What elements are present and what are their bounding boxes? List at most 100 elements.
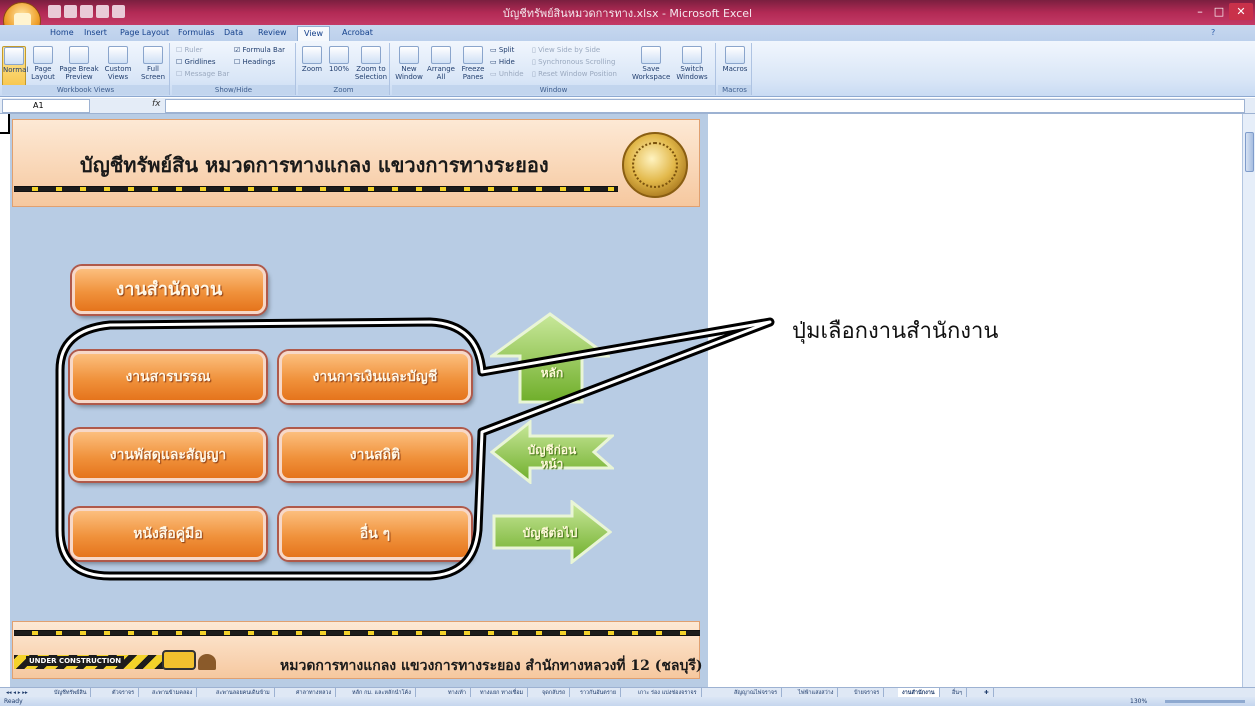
- freeze-panes-button[interactable]: Freeze Panes: [458, 46, 488, 81]
- zoom-level[interactable]: 130%: [1130, 697, 1147, 706]
- status-text: Ready: [4, 698, 23, 705]
- group-label: Macros: [718, 85, 751, 95]
- macros-button[interactable]: Macros: [722, 46, 748, 73]
- group-zoom: Zoom 100% Zoom to Selection Zoom: [298, 43, 390, 95]
- ribbon-tabs: Home Insert Page Layout Formulas Data Re…: [0, 25, 1255, 41]
- prev-label: บัญชีก่อนหน้า: [527, 443, 577, 471]
- print-preview-icon[interactable]: [96, 5, 109, 18]
- group-window: New Window Arrange All Freeze Panes ▭ Sp…: [392, 43, 716, 95]
- full-screen-icon: [143, 46, 163, 64]
- button-supplies-contracts[interactable]: งานพัสดุและสัญญา: [70, 429, 266, 481]
- minimize-button[interactable]: –: [1190, 3, 1210, 20]
- custom-views-button[interactable]: Custom Views: [102, 46, 134, 81]
- arrange-all-button[interactable]: Arrange All: [426, 46, 456, 81]
- new-window-icon: [399, 46, 419, 64]
- tab-review[interactable]: Review: [252, 25, 293, 41]
- bulldozer-icon: [162, 650, 196, 670]
- maximize-button[interactable]: □: [1211, 3, 1227, 20]
- redo-icon[interactable]: [80, 5, 93, 18]
- group-show-hide: ☐ Ruler ☑ Formula Bar ☐ Gridlines ☐ Head…: [172, 43, 296, 95]
- status-bar: Ready 130%: [0, 697, 1255, 706]
- tab-data[interactable]: Data: [218, 25, 249, 41]
- custom-views-icon: [108, 46, 128, 64]
- group-label: Zoom: [298, 85, 389, 95]
- ruler-checkbox[interactable]: ☐ Ruler: [176, 45, 203, 55]
- scroll-thumb[interactable]: [1245, 132, 1254, 172]
- home-arrow-button[interactable]: [490, 312, 610, 404]
- switch-windows-button[interactable]: Switch Windows: [672, 46, 712, 81]
- home-label: หลัก: [540, 366, 564, 380]
- undo-icon[interactable]: [64, 5, 77, 18]
- window-title: บัญชีทรัพย์สินหมวดการทาง.xlsx - Microsof…: [502, 7, 753, 20]
- freeze-panes-icon: [463, 46, 483, 64]
- close-button[interactable]: ✕: [1229, 3, 1253, 20]
- active-cell-indicator: [0, 114, 10, 134]
- quick-access-customize-icon[interactable]: [112, 5, 125, 18]
- macros-icon: [725, 46, 745, 64]
- new-window-button[interactable]: New Window: [394, 46, 424, 81]
- section-button-office-work[interactable]: งานสำนักงาน: [72, 266, 266, 314]
- group-label: Window: [392, 85, 715, 95]
- button-others[interactable]: อื่น ๆ: [279, 508, 471, 560]
- switch-windows-icon: [682, 46, 702, 64]
- tab-formulas[interactable]: Formulas: [172, 25, 221, 41]
- magnifier-icon: [302, 46, 322, 64]
- button-manuals[interactable]: หนังสือคู่มือ: [70, 508, 266, 560]
- page-layout-icon: [33, 46, 53, 64]
- zoom-selection-icon: [361, 46, 381, 64]
- road-stripe: [14, 186, 618, 192]
- hide-button[interactable]: ▭ Hide: [490, 57, 515, 67]
- tab-insert[interactable]: Insert: [78, 25, 113, 41]
- callout-text: ปุ่มเลือกงานสำนักงาน: [792, 319, 999, 344]
- normal-view-icon: [4, 47, 24, 65]
- arrange-icon: [431, 46, 451, 64]
- seal-ring: [632, 142, 678, 188]
- zoom-100-icon: [329, 46, 349, 64]
- full-screen-button[interactable]: Full Screen: [138, 46, 168, 81]
- under-construction-label: UNDER CONSTRUCTION: [26, 656, 125, 666]
- footer-text: หมวดการทางแกลง แขวงการทางระยอง สำนักทางห…: [280, 658, 703, 674]
- group-label: Show/Hide: [172, 85, 295, 95]
- zoom-button[interactable]: Zoom: [300, 46, 324, 73]
- synchronous-scrolling-button[interactable]: ▯ Synchronous Scrolling: [532, 57, 615, 67]
- tab-acrobat[interactable]: Acrobat: [336, 25, 379, 41]
- banner-title: บัญชีทรัพย์สิน หมวดการทางแกลง แขวงการทาง…: [80, 153, 549, 177]
- function-icon[interactable]: fx: [152, 99, 162, 113]
- tab-view[interactable]: View: [297, 26, 330, 41]
- formula-bar: A1 fx: [0, 98, 1255, 114]
- sheet-tabs: ◂◂ ◂ ▸ ▸▸ บัญชีทรัพย์สิน ตัวจราจร สะพานข…: [0, 687, 1255, 698]
- zoom-slider[interactable]: [1165, 700, 1245, 703]
- button-statistics[interactable]: งานสถิติ: [279, 429, 471, 481]
- tab-page-layout[interactable]: Page Layout: [114, 25, 175, 41]
- page-break-icon: [69, 46, 89, 64]
- save-icon[interactable]: [48, 5, 61, 18]
- formula-bar-checkbox[interactable]: ☑ Formula Bar: [234, 45, 285, 55]
- save-workspace-icon: [641, 46, 661, 64]
- save-workspace-button[interactable]: Save Workspace: [632, 46, 670, 81]
- page-break-preview-button[interactable]: Page Break Preview: [59, 46, 99, 81]
- road-stripe: [14, 630, 700, 636]
- zoom-to-selection-button[interactable]: Zoom to Selection: [354, 46, 388, 81]
- tab-home[interactable]: Home: [44, 25, 80, 41]
- headings-checkbox[interactable]: ☐ Headings: [234, 57, 275, 67]
- group-label: Workbook Views: [2, 85, 169, 95]
- vertical-scrollbar[interactable]: [1242, 114, 1255, 687]
- page-layout-view-button[interactable]: Page Layout: [29, 46, 57, 81]
- formula-input[interactable]: [165, 99, 1245, 113]
- help-icon[interactable]: ?: [1205, 25, 1221, 41]
- group-macros: Macros Macros: [718, 43, 752, 95]
- unhide-button[interactable]: ▭ Unhide: [490, 69, 524, 79]
- split-button[interactable]: ▭ Split: [490, 45, 514, 55]
- ribbon: Normal Page Layout Page Break Preview Cu…: [0, 41, 1255, 97]
- reset-window-position-button[interactable]: ▯ Reset Window Position: [532, 69, 617, 79]
- gridlines-checkbox[interactable]: ☐ Gridlines: [176, 57, 216, 67]
- name-box[interactable]: A1: [2, 99, 90, 113]
- view-side-by-side-button[interactable]: ▯ View Side by Side: [532, 45, 600, 55]
- dirt-pile-icon: [198, 654, 216, 670]
- zoom-100-button[interactable]: 100%: [327, 46, 351, 73]
- button-finance-accounting[interactable]: งานการเงินและบัญชี: [279, 351, 471, 403]
- normal-view-button[interactable]: Normal: [2, 46, 28, 88]
- message-bar-checkbox[interactable]: ☐ Message Bar: [176, 69, 229, 79]
- department-seal-logo: [622, 132, 688, 198]
- button-correspondence[interactable]: งานสารบรรณ: [70, 351, 266, 403]
